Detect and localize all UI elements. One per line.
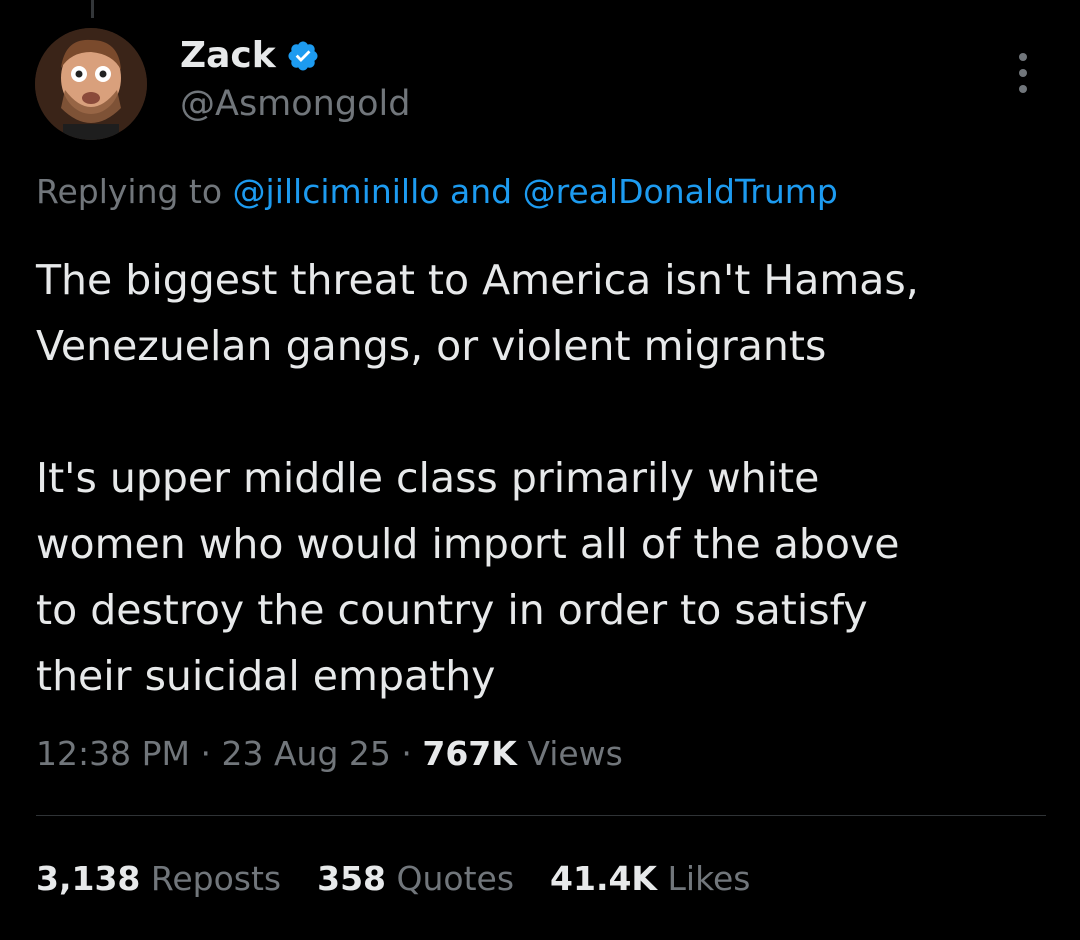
tweet-date[interactable]: 23 Aug 25: [221, 734, 390, 773]
author-display-name[interactable]: Zack: [180, 34, 276, 78]
tweet-line: It's upper middle class primarily white: [36, 454, 820, 502]
more-dot: [1019, 85, 1027, 93]
tweet-line: to destroy the country in order to satis…: [36, 586, 868, 634]
reply-mention-link[interactable]: @jillciminillo: [233, 172, 440, 211]
likes-stat[interactable]: 41.4K Likes: [550, 857, 750, 901]
reply-mention-link[interactable]: @realDonaldTrump: [523, 172, 838, 211]
author-handle[interactable]: @Asmongold: [180, 82, 410, 126]
reposts-label: Reposts: [150, 859, 282, 898]
tweet-line: their suicidal empathy: [36, 652, 496, 700]
engagement-stats: 3,138 Reposts 358 Quotes 41.4K Likes: [36, 857, 751, 901]
likes-count: 41.4K: [550, 859, 658, 898]
quotes-stat[interactable]: 358 Quotes: [317, 857, 514, 901]
tweet-line: Venezuelan gangs, or violent migrants: [36, 322, 827, 370]
meta-separator: ·: [200, 734, 211, 773]
verified-badge-icon: [286, 39, 320, 73]
views-count: 767K: [422, 734, 517, 773]
views-label: Views: [527, 734, 623, 773]
reply-prefix: Replying to: [36, 172, 223, 211]
quotes-label: Quotes: [396, 859, 515, 898]
tweet-meta: 12:38 PM · 23 Aug 25 · 767K Views: [36, 732, 623, 776]
reply-joiner: and: [449, 172, 513, 211]
thread-connector-line: [91, 0, 94, 18]
divider: [36, 815, 1046, 816]
avatar-image: [35, 28, 147, 140]
tweet-body: The biggest threat to America isn't Hama…: [36, 247, 1046, 709]
author-name-row: Zack: [180, 34, 320, 78]
likes-label: Likes: [667, 859, 751, 898]
reposts-count: 3,138: [36, 859, 141, 898]
more-dot: [1019, 69, 1027, 77]
quotes-count: 358: [317, 859, 386, 898]
more-options-icon[interactable]: [1013, 53, 1033, 93]
avatar[interactable]: [35, 28, 147, 140]
more-dot: [1019, 53, 1027, 61]
tweet-time[interactable]: 12:38 PM: [36, 734, 190, 773]
reposts-stat[interactable]: 3,138 Reposts: [36, 857, 281, 901]
reply-context: Replying to @jillciminillo and @realDona…: [36, 170, 838, 214]
tweet-line: The biggest threat to America isn't Hama…: [36, 256, 919, 304]
tweet-line: women who would import all of the above: [36, 520, 900, 568]
meta-separator: ·: [401, 734, 412, 773]
